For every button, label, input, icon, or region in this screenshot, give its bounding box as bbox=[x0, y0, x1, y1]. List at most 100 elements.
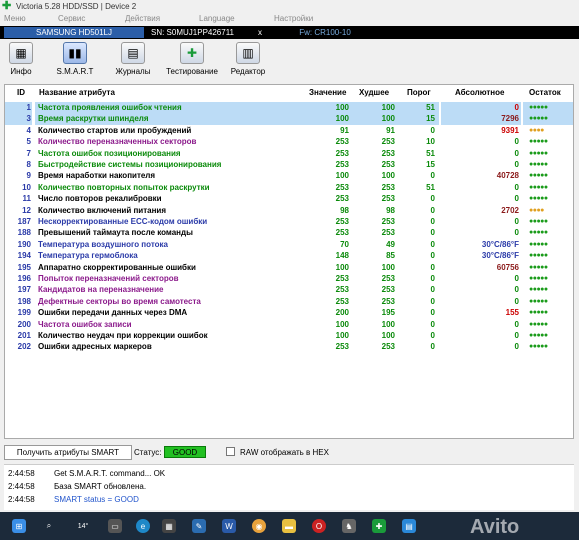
cell-rest: ●●●●● bbox=[529, 240, 548, 248]
tools-icon[interactable]: ✎ bbox=[192, 519, 206, 533]
cell-thr: 0 bbox=[430, 274, 435, 283]
table-row[interactable]: 187 Нескорректированные ECC-кодом ошибки 2… bbox=[5, 216, 573, 227]
table-row[interactable]: 11 Число повторов рекалибровки 253 253 0 0 ●●●… bbox=[5, 193, 573, 204]
table-row[interactable]: 3 Время раскрутки шпинделя 100 100 15 7296 ●●●… bbox=[5, 113, 573, 125]
menu-item-menu[interactable]: Меню bbox=[4, 14, 26, 23]
cell-id: 7 bbox=[26, 148, 31, 158]
table-row[interactable]: 201 Количество неудач при коррекции ошибо… bbox=[5, 330, 573, 341]
table-row[interactable]: 4 Количество стартов или пробуждений 91 91 0… bbox=[5, 125, 573, 136]
table-row[interactable]: 12 Количество включений питания 98 98 0 2702 ●… bbox=[5, 205, 573, 216]
table-row[interactable]: 202 Ошибки адресных маркеров 253 253 0 0 ●●●●● bbox=[5, 341, 573, 352]
menu-item-language[interactable]: Language bbox=[199, 14, 235, 23]
app-icon[interactable]: ▤ bbox=[402, 519, 416, 533]
cell-thr: 0 bbox=[430, 171, 435, 181]
toolbar-label: Журналы bbox=[115, 67, 151, 76]
cell-rest: ●●●●● bbox=[529, 218, 548, 225]
table-row[interactable]: 10 Количество повторных попыток раскрутки… bbox=[5, 182, 573, 193]
cell-value: 253 bbox=[335, 228, 349, 238]
col-value[interactable]: Значение bbox=[309, 88, 346, 97]
cell-abs: 9391 bbox=[501, 125, 519, 135]
files-icon[interactable]: ▬ bbox=[282, 519, 296, 533]
cell-name: Количество неудач при коррекции ошибок bbox=[38, 331, 208, 340]
toolbar-info-button[interactable]: ▦ Инфо bbox=[6, 42, 36, 78]
col-id[interactable]: ID bbox=[17, 88, 25, 97]
col-name[interactable]: Название атрибута bbox=[39, 88, 115, 97]
opera-icon[interactable]: O bbox=[312, 519, 326, 533]
window-title: Victoria 5.28 HDD/SSD | Device 2 bbox=[16, 1, 137, 11]
taskview-icon[interactable]: ▭ bbox=[108, 519, 122, 533]
table-row[interactable]: 1 Частота проявления ошибок чтения 100 100 5… bbox=[5, 102, 573, 114]
table-row[interactable]: 195 Аппаратно скорректированные ошибки 100… bbox=[5, 262, 573, 273]
raw-hex-label[interactable]: RAW отображать в HEX bbox=[240, 448, 329, 457]
table-row[interactable]: 7 Частота ошибок позиционирования 253 253 51… bbox=[5, 148, 573, 159]
cell-value: 253 bbox=[335, 217, 349, 226]
table-row[interactable]: 5 Количество переназначенных секторов 253 2… bbox=[5, 136, 573, 147]
cell-name: Ошибки адресных маркеров bbox=[38, 342, 152, 352]
testing-icon: ✚ bbox=[180, 42, 204, 64]
cell-name: Температура гермоблока bbox=[38, 251, 138, 261]
weather-icon[interactable]: 14° bbox=[72, 519, 94, 533]
cell-rest: ●●●●● bbox=[529, 332, 548, 339]
cell-name: Количество переназначенных секторов bbox=[38, 137, 197, 147]
status-label: Статус: bbox=[134, 448, 162, 457]
cell-rest: ●●●●● bbox=[529, 275, 548, 282]
toolbar-editor-button[interactable]: ▥ Редактор bbox=[226, 42, 270, 78]
cell-thr: 15 bbox=[426, 114, 435, 124]
raw-hex-checkbox[interactable] bbox=[226, 447, 235, 456]
cell-abs: 2702 bbox=[501, 205, 519, 215]
table-row[interactable]: 190 Температура воздушного потока 70 49 0 30°… bbox=[5, 239, 573, 250]
cell-name: Частота проявления ошибок чтения bbox=[38, 103, 182, 112]
table-row[interactable]: 197 Кандидатов на переназначение 253 253 0 0 ●… bbox=[5, 284, 573, 295]
cell-abs: 7296 bbox=[501, 114, 519, 124]
cell-worst: 253 bbox=[381, 160, 395, 169]
chrome-icon[interactable]: ◉ bbox=[252, 519, 266, 533]
table-row[interactable]: 199 Ошибки передачи данных через DMA 200 19… bbox=[5, 307, 573, 318]
toolbar-logs-button[interactable]: ▤ Журналы bbox=[110, 42, 156, 78]
cell-abs: 0 bbox=[514, 148, 519, 158]
table-row[interactable]: 188 Превышений таймаута после команды 253 2… bbox=[5, 227, 573, 238]
calculator-icon[interactable]: ▦ bbox=[162, 519, 176, 533]
toolbar-label: Тестирование bbox=[166, 67, 218, 76]
word-icon[interactable]: W bbox=[222, 519, 236, 533]
device-close-button[interactable]: x bbox=[258, 27, 262, 38]
taskbar: ⊞ ⌕ 14° ▭ e ▦ ✎ W ◉ ▬ O ♞ ✚ ▤ Avito bbox=[0, 512, 579, 540]
search-icon[interactable]: ⌕ bbox=[42, 519, 56, 533]
edge-icon[interactable]: e bbox=[136, 519, 150, 533]
cell-abs: 40728 bbox=[496, 171, 519, 181]
menu-item-actions[interactable]: Действия bbox=[125, 14, 160, 23]
log-message: База SMART обновлена. bbox=[54, 482, 147, 491]
col-worst[interactable]: Худшее bbox=[359, 88, 389, 97]
menu-item-service[interactable]: Сервис bbox=[58, 14, 85, 23]
cell-thr: 0 bbox=[430, 251, 435, 261]
col-threshold[interactable]: Порог bbox=[407, 88, 431, 97]
victoria-icon[interactable]: ✚ bbox=[372, 519, 386, 533]
col-remaining[interactable]: Остаток bbox=[529, 88, 561, 97]
cell-value: 253 bbox=[335, 285, 349, 295]
table-row[interactable]: 194 Температура гермоблока 148 85 0 30°C/86°F… bbox=[5, 250, 573, 261]
cell-abs: 0 bbox=[514, 274, 519, 283]
table-row[interactable]: 200 Частота ошибок записи 100 100 0 0 ●●●●● bbox=[5, 319, 573, 330]
get-smart-button[interactable]: Получить атрибуты SMART bbox=[4, 445, 132, 460]
col-absolute[interactable]: Абсолютное bbox=[455, 88, 504, 97]
cell-thr: 0 bbox=[430, 342, 435, 352]
menu-item-settings[interactable]: Настройки bbox=[274, 14, 313, 23]
smart-table: ID Название атрибута Значение Худшее Пор… bbox=[4, 84, 574, 439]
title-bar: ✚ Victoria 5.28 HDD/SSD | Device 2 bbox=[0, 0, 579, 12]
table-row[interactable]: 9 Время наработки накопителя 100 100 0 40728 ●… bbox=[5, 170, 573, 181]
cell-rest: ●●●●● bbox=[529, 286, 548, 294]
cell-abs: 30°C/86°F bbox=[481, 239, 519, 249]
table-row[interactable]: 196 Попыток переназначений секторов 253 253… bbox=[5, 273, 573, 284]
table-row[interactable]: 198 Дефектные секторы во время самотеста 2… bbox=[5, 296, 573, 307]
table-row[interactable]: 8 Быстродействие системы позиционирования… bbox=[5, 159, 573, 170]
start-icon[interactable]: ⊞ bbox=[12, 519, 26, 533]
cell-id: 8 bbox=[26, 160, 31, 169]
cell-worst: 253 bbox=[381, 182, 395, 192]
menu-bar: Меню Сервис Действия Language Настройки bbox=[0, 12, 579, 25]
cell-abs: 60756 bbox=[496, 262, 519, 272]
device-model[interactable]: SAMSUNG HD501LJ bbox=[4, 27, 144, 38]
cell-abs: 0 bbox=[514, 103, 519, 112]
toolbar-smart-button[interactable]: ▮▮ S.M.A.R.T bbox=[52, 42, 98, 78]
cell-worst: 253 bbox=[381, 148, 395, 158]
toolbar-testing-button[interactable]: ✚ Тестирование bbox=[162, 42, 222, 78]
game-icon[interactable]: ♞ bbox=[342, 519, 356, 533]
